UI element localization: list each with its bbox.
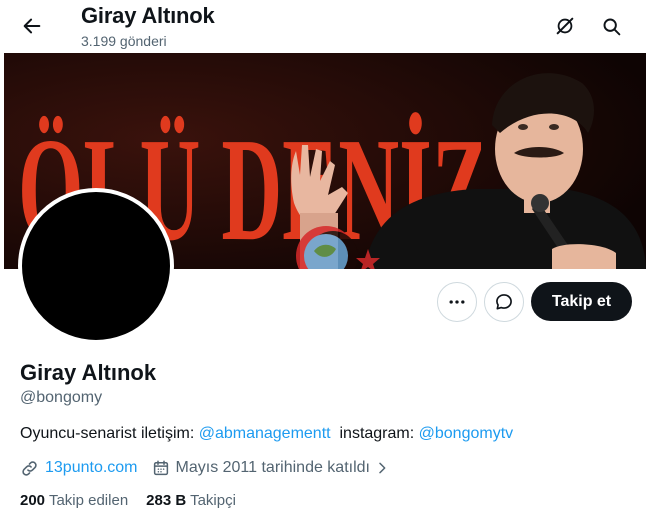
back-button[interactable]	[14, 8, 50, 44]
profile-handle: @bongomy	[20, 389, 103, 406]
grok-icon	[556, 17, 574, 35]
message-icon	[496, 294, 512, 310]
top-bar: Giray Altınok 3.199 gönderi	[0, 0, 650, 53]
search-icon	[603, 18, 620, 35]
followers-count: 283 B	[146, 492, 187, 509]
message-button[interactable]	[484, 282, 524, 322]
profile-bio: Oyuncu-senarist iletişim: @abmanagementt…	[20, 425, 513, 443]
following-stat[interactable]: 200 Takip edilen	[20, 492, 128, 509]
back-arrow-icon	[23, 18, 41, 34]
bio-mention-bongomytv[interactable]: @bongomytv	[419, 425, 514, 442]
chevron-right-icon	[379, 462, 386, 474]
bio-mention-abmanagementt[interactable]: @abmanagementt	[199, 425, 331, 442]
bio-text: Oyuncu-senarist iletişim:	[20, 425, 199, 442]
joined-date: Mayıs 2011 tarihinde katıldı	[175, 459, 370, 476]
more-icon	[449, 300, 465, 304]
header-title: Giray Altınok	[81, 3, 215, 28]
bio-text-instagram: instagram:	[330, 425, 419, 442]
joined-date-item[interactable]: Mayıs 2011 tarihinde katıldı	[152, 459, 390, 477]
calendar-icon	[153, 460, 168, 476]
followers-stat[interactable]: 283 B Takipçi	[146, 492, 236, 509]
followers-label: Takipçi	[190, 492, 236, 509]
follow-stats: 200 Takip edilen 283 B Takipçi	[20, 492, 236, 509]
following-label: Takip edilen	[48, 492, 129, 509]
link-icon	[22, 460, 37, 476]
follow-button[interactable]: Takip et	[531, 282, 632, 321]
avatar[interactable]	[18, 188, 174, 344]
website-link[interactable]: 13punto.com	[45, 459, 138, 477]
more-button[interactable]	[437, 282, 477, 322]
search-button[interactable]	[593, 8, 629, 44]
following-count: 200	[20, 492, 46, 509]
profile-name: Giray Altınok	[20, 360, 157, 385]
profile-meta: 13punto.com Mayıs 2011 tarihinde katıldı	[20, 457, 390, 479]
post-count: 3.199 gönderi	[81, 33, 167, 49]
grok-button[interactable]	[547, 8, 583, 44]
